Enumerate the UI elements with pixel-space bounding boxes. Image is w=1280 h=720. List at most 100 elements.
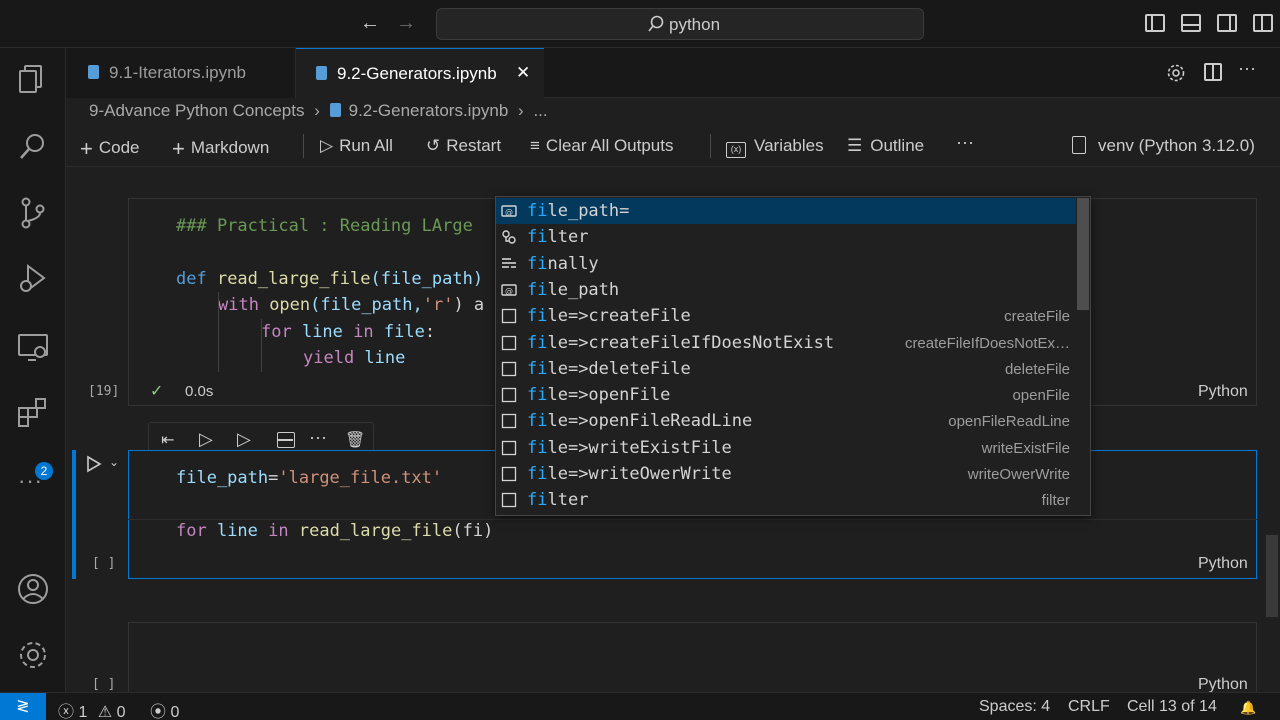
command-center-search[interactable]: python: [436, 8, 924, 40]
suggest-label: file=>openFileReadLine: [527, 411, 753, 432]
breadcrumb-file[interactable]: 9.2-Generators.ipynb: [349, 101, 509, 120]
source-control-icon[interactable]: [16, 196, 50, 230]
code-line: with open(file_path,'r') a: [218, 295, 485, 315]
suggest-item[interactable]: file=>openFile openFile: [496, 382, 1076, 408]
run-debug-icon[interactable]: [16, 262, 50, 296]
kernel-icon: [1072, 136, 1086, 154]
execution-count: [ ]: [92, 556, 116, 571]
back-arrow-icon[interactable]: ←: [360, 12, 380, 35]
snippet-icon: [501, 466, 517, 482]
suggest-item[interactable]: filter filter: [496, 487, 1076, 513]
explorer-icon[interactable]: [16, 62, 50, 96]
code-line: yield line: [303, 348, 406, 368]
snippet-icon: [501, 387, 517, 403]
suggest-label: filter: [527, 490, 589, 511]
breadcrumb-more[interactable]: ...: [533, 101, 547, 120]
broadcast-icon: ⦿: [150, 704, 167, 720]
suggest-label: file_path: [527, 279, 620, 300]
notifications-bell-icon[interactable]: 🔔: [1240, 700, 1256, 716]
remote-indicator-icon[interactable]: ≷: [0, 693, 46, 720]
scrollbar-thumb[interactable]: [1266, 535, 1278, 617]
split-editor-icon[interactable]: [1204, 63, 1222, 81]
add-code-cell-button[interactable]: + Code: [80, 136, 140, 162]
chevron-down-icon[interactable]: ⌄: [109, 455, 119, 469]
tab-label: 9.2-Generators.ipynb: [337, 64, 497, 83]
error-icon: ⓧ: [58, 704, 75, 720]
cell-position-indicator[interactable]: Cell 13 of 14: [1127, 698, 1217, 716]
tab-label: 9.1-Iterators.ipynb: [109, 63, 247, 82]
suggest-label: file=>createFileIfDoesNotExist: [527, 332, 835, 353]
search-icon: [648, 15, 664, 32]
suggest-item[interactable]: file=>writeExistFile writeExistFile: [496, 435, 1076, 461]
tab-iterators[interactable]: 9.1-Iterators.ipynb: [66, 48, 296, 98]
snippet-icon: [501, 308, 517, 324]
ports-indicator[interactable]: ⦿ 0: [150, 698, 179, 720]
execute-and-below-icon[interactable]: ▷: [237, 429, 251, 450]
cell-language[interactable]: Python: [1198, 555, 1248, 573]
breadcrumb: 9-Advance Python Concepts › 9.2-Generato…: [89, 101, 548, 121]
execute-above-icon[interactable]: ⇤: [161, 430, 174, 450]
suggest-scrollbar[interactable]: [1077, 198, 1089, 310]
split-cell-icon[interactable]: [277, 432, 295, 448]
suggest-item[interactable]: finally: [496, 251, 1076, 277]
svg-text:@: @: [505, 208, 513, 217]
toggle-primary-sidebar-icon[interactable]: [1145, 14, 1165, 32]
variables-button[interactable]: (x) Variables: [726, 136, 824, 158]
execution-count: [ ]: [92, 677, 116, 692]
add-markdown-cell-button[interactable]: + Markdown: [172, 136, 269, 162]
snippet-icon: [501, 361, 517, 377]
active-cell-indicator: [72, 450, 76, 579]
run-cell-icon[interactable]: [86, 455, 102, 473]
execution-duration: 0.0s: [185, 383, 214, 400]
search-icon[interactable]: [16, 130, 50, 164]
indentation-indicator[interactable]: Spaces: 4: [979, 698, 1050, 716]
remote-explorer-icon[interactable]: [16, 330, 50, 364]
settings-gear-icon[interactable]: [16, 638, 50, 672]
forward-arrow-icon[interactable]: →: [396, 12, 416, 35]
suggest-label: file=>openFile: [527, 385, 671, 406]
kernel-picker[interactable]: venv (Python 3.12.0): [1072, 136, 1255, 156]
code-line: file_path='large_file.txt': [176, 468, 443, 488]
toggle-panel-icon[interactable]: [1181, 14, 1201, 32]
code-line: ### Practical : Reading LArge: [176, 216, 473, 236]
snippet-icon: [501, 440, 517, 456]
close-icon[interactable]: ✕: [516, 63, 530, 83]
suggest-detail: createFile: [1004, 308, 1070, 326]
suggest-item[interactable]: file=>openFileReadLine openFileReadLine: [496, 408, 1076, 434]
breadcrumb-folder[interactable]: 9-Advance Python Concepts: [89, 101, 304, 120]
toggle-secondary-sidebar-icon[interactable]: [1217, 14, 1237, 32]
code-line: for line in read_large_file(fi): [176, 521, 494, 541]
suggest-item[interactable]: filter: [496, 224, 1076, 250]
suggest-label: file=>createFile: [527, 306, 691, 327]
customize-layout-icon[interactable]: [1253, 14, 1273, 32]
toolbar-more-button[interactable]: ···: [956, 132, 974, 153]
cell-language[interactable]: Python: [1198, 383, 1248, 401]
clear-all-icon: ≡: [530, 136, 540, 155]
run-all-button[interactable]: ▷ Run All: [320, 136, 393, 156]
extensions-icon[interactable]: [16, 396, 50, 430]
more-cell-actions-icon[interactable]: ···: [309, 427, 327, 448]
tab-generators[interactable]: 9.2-Generators.ipynb ✕: [296, 48, 544, 98]
chevron-right-icon: ›: [518, 101, 524, 120]
outline-button[interactable]: ☰ Outline: [847, 136, 924, 156]
suggest-detail: writeExistFile: [981, 439, 1070, 457]
eol-indicator[interactable]: CRLF: [1068, 698, 1110, 716]
account-icon[interactable]: [16, 572, 50, 606]
restart-button[interactable]: ↺ Restart: [426, 136, 501, 156]
notebook-settings-gear-icon[interactable]: [1166, 63, 1186, 83]
snippet-icon: [501, 335, 517, 351]
suggest-item[interactable]: file=>deleteFile deleteFile: [496, 356, 1076, 382]
suggest-item[interactable]: @ file_path: [496, 277, 1076, 303]
class-icon: [501, 229, 517, 245]
problems-indicator[interactable]: ⓧ 1 ⚠ 0: [58, 698, 126, 720]
suggest-item[interactable]: @ file_path=: [496, 198, 1076, 224]
delete-cell-icon[interactable]: 🗑: [345, 430, 365, 450]
clear-all-outputs-button[interactable]: ≡ Clear All Outputs: [530, 136, 673, 156]
suggest-item[interactable]: file=>createFile createFile: [496, 303, 1076, 329]
suggest-item[interactable]: file=>writeOwerWrite writeOwerWrite: [496, 461, 1076, 487]
execute-and-above-icon[interactable]: ▷: [199, 429, 213, 450]
more-actions-icon[interactable]: ···: [1238, 58, 1256, 79]
more-views-icon[interactable]: ···: [18, 468, 43, 494]
suggest-item[interactable]: file=>createFileIfDoesNotExist createFile…: [496, 330, 1076, 356]
code-line: for line in file:: [261, 322, 436, 342]
